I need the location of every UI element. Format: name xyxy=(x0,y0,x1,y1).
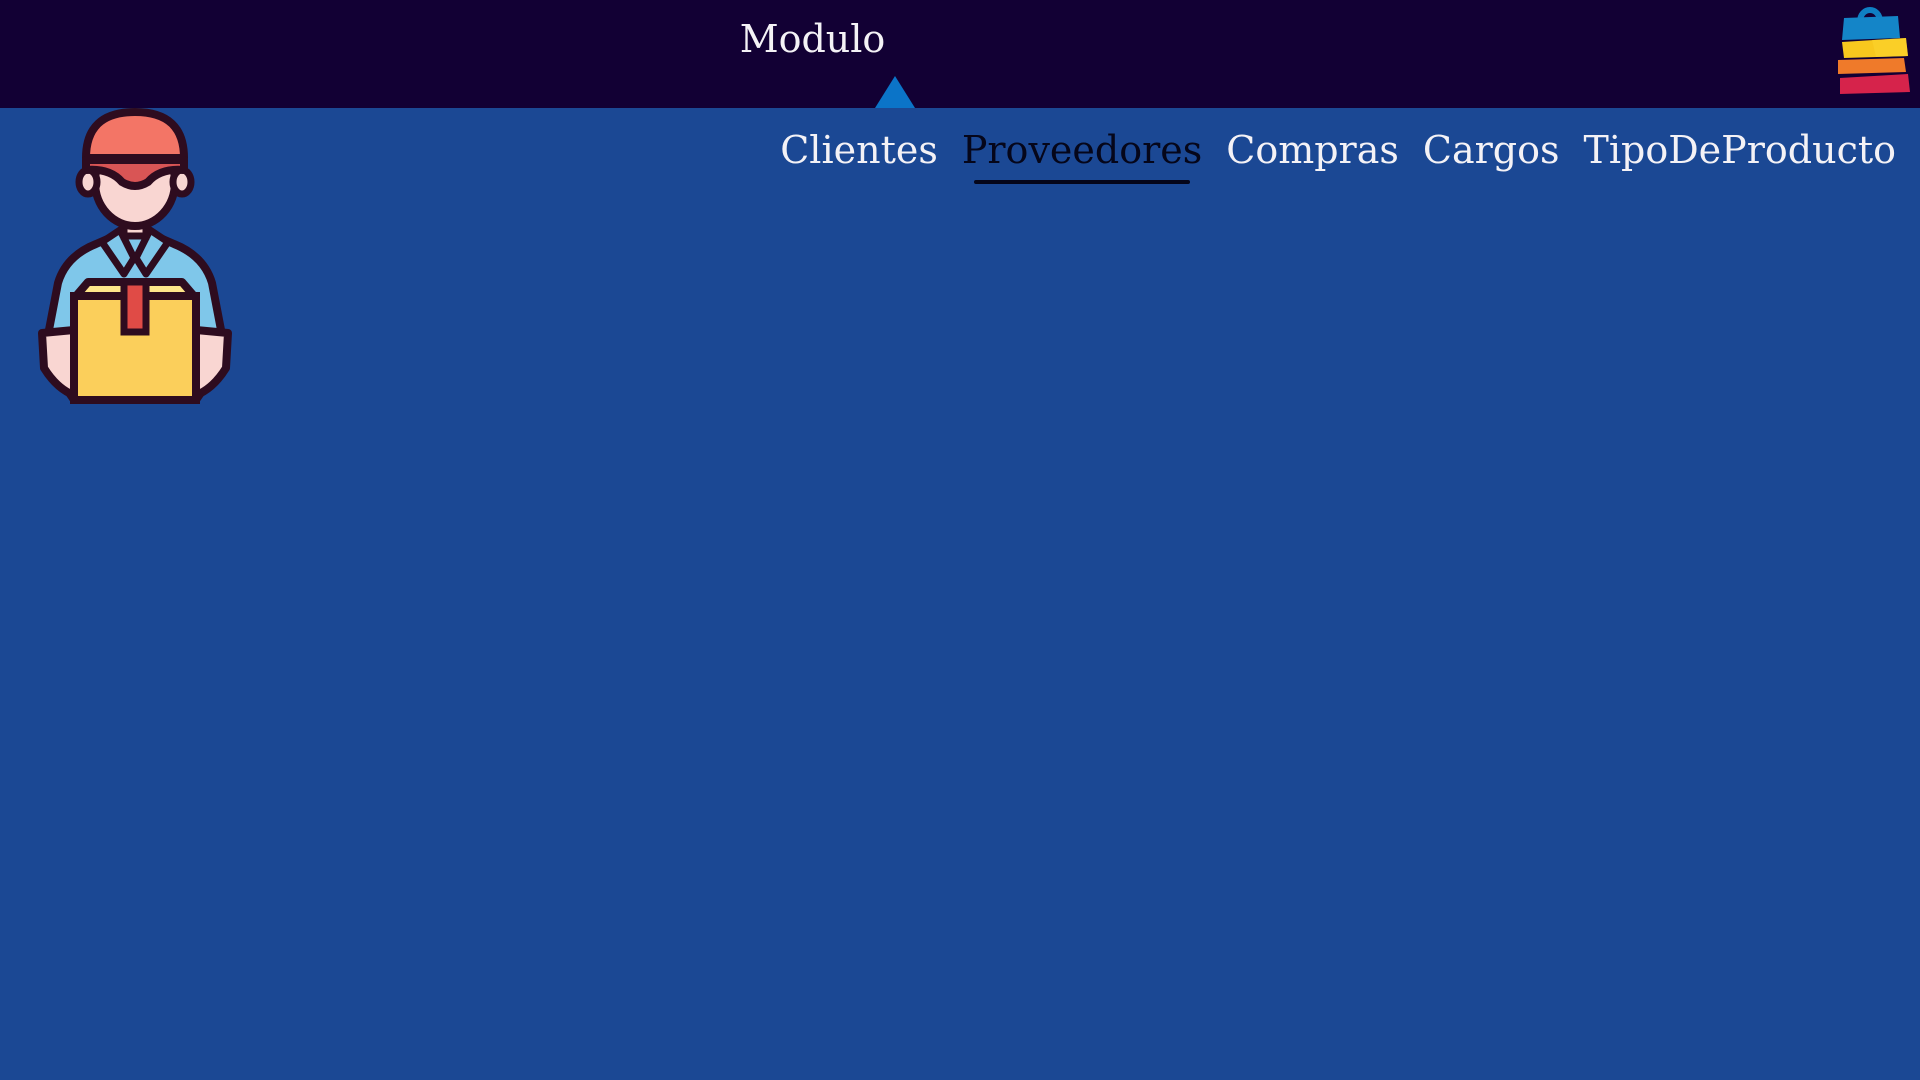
nav-item-label: TipoDeProducto xyxy=(1583,128,1897,172)
nav-item-label: Proveedores xyxy=(961,128,1203,172)
nav-item-cargos[interactable]: Cargos xyxy=(1411,122,1572,178)
shopping-bag-icon xyxy=(1838,7,1910,94)
nav-item-proveedores[interactable]: Proveedores xyxy=(950,122,1214,184)
module-menu-button[interactable]: Modulo xyxy=(730,14,895,64)
nav-item-tipodeproducto[interactable]: TipoDeProducto xyxy=(1572,122,1909,178)
top-bar: Modulo xyxy=(0,0,1920,108)
nav-item-clientes[interactable]: Clientes xyxy=(768,122,950,178)
active-tab-underline xyxy=(973,180,1191,184)
delivery-person-icon xyxy=(38,108,232,404)
caret-up-icon xyxy=(875,76,915,108)
nav-item-compras[interactable]: Compras xyxy=(1214,122,1411,178)
nav-item-label: Compras xyxy=(1226,128,1399,172)
nav-item-label: Clientes xyxy=(780,128,938,172)
module-nav: Clientes Proveedores Compras Cargos Tipo… xyxy=(768,122,1909,184)
nav-item-label: Cargos xyxy=(1422,128,1560,172)
